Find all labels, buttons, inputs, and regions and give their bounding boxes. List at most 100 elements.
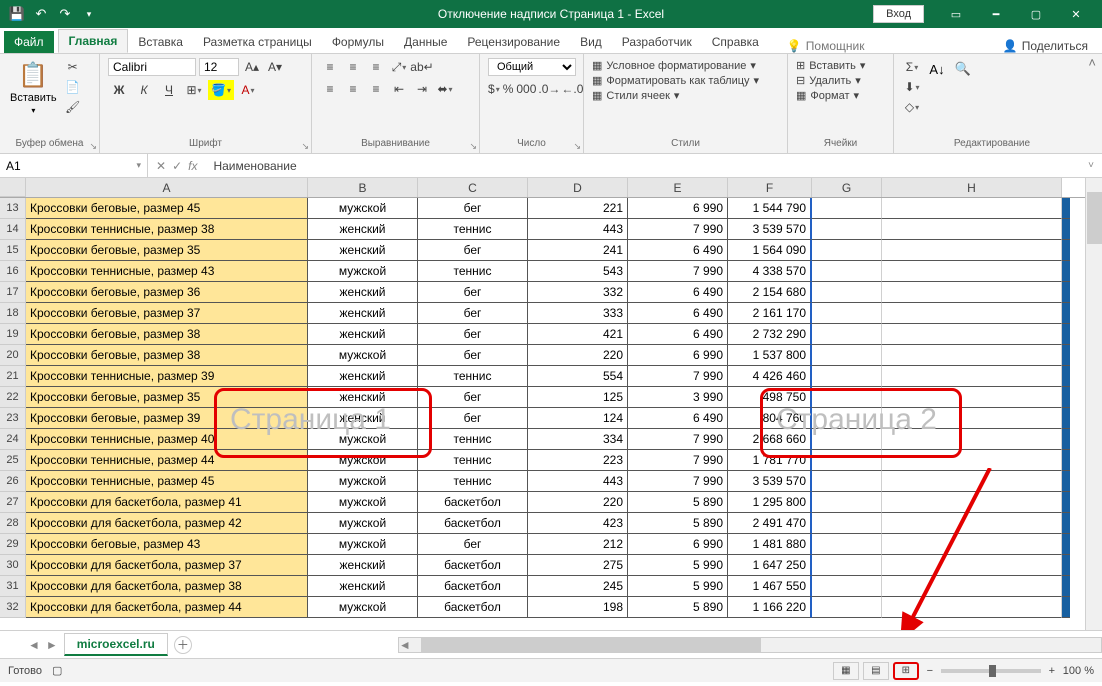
cell[interactable] <box>1062 303 1070 324</box>
row-header[interactable]: 20 <box>0 345 26 366</box>
cell[interactable] <box>812 555 882 576</box>
percent-icon[interactable]: % <box>503 80 514 98</box>
cell[interactable]: женский <box>308 324 418 345</box>
cell[interactable]: 2 161 170 <box>728 303 812 324</box>
find-select-button[interactable]: 🔍 <box>952 58 974 80</box>
col-header-b[interactable]: B <box>308 178 418 197</box>
cell[interactable] <box>882 555 1062 576</box>
cell[interactable]: бег <box>418 534 528 555</box>
cell[interactable]: 223 <box>528 450 628 471</box>
cell[interactable] <box>882 576 1062 597</box>
cell[interactable]: женский <box>308 219 418 240</box>
row-header[interactable]: 14 <box>0 219 26 240</box>
cell[interactable]: 4 426 460 <box>728 366 812 387</box>
row-header[interactable]: 25 <box>0 450 26 471</box>
cell[interactable]: 7 990 <box>628 366 728 387</box>
clear-icon[interactable]: ◇ <box>902 98 922 116</box>
cell[interactable]: баскетбол <box>418 492 528 513</box>
expand-formula-icon[interactable]: ˅ <box>1080 160 1102 171</box>
cell[interactable] <box>1062 429 1070 450</box>
cell[interactable]: 221 <box>528 198 628 219</box>
paste-button[interactable]: 📋 Вставить ▾ <box>8 58 59 117</box>
formula-bar[interactable]: Наименование <box>205 159 1080 173</box>
col-header-a[interactable]: A <box>26 178 308 197</box>
conditional-formatting-button[interactable]: ▦Условное форматирование ▾ <box>592 58 779 73</box>
tab-data[interactable]: Данные <box>394 31 457 53</box>
cell[interactable]: 124 <box>528 408 628 429</box>
decrease-font-icon[interactable]: A▾ <box>265 58 285 76</box>
number-launcher-icon[interactable]: ↘ <box>573 141 581 152</box>
cell[interactable]: 1 537 800 <box>728 345 812 366</box>
cell[interactable] <box>1062 555 1070 576</box>
italic-button[interactable]: К <box>133 80 155 100</box>
row-header[interactable]: 24 <box>0 429 26 450</box>
tab-developer[interactable]: Разработчик <box>612 31 702 53</box>
cell[interactable]: 6 490 <box>628 324 728 345</box>
cell[interactable]: 1 166 220 <box>728 597 812 618</box>
cell[interactable] <box>882 492 1062 513</box>
cell[interactable] <box>812 282 882 303</box>
cell[interactable]: 220 <box>528 492 628 513</box>
name-box[interactable]: A1▾ <box>0 154 148 177</box>
cell[interactable]: Кроссовки беговые, размер 36 <box>26 282 308 303</box>
select-all-triangle[interactable] <box>0 178 26 197</box>
cell[interactable]: 220 <box>528 345 628 366</box>
cell[interactable]: Кроссовки беговые, размер 35 <box>26 240 308 261</box>
cell[interactable] <box>812 534 882 555</box>
underline-button[interactable]: Ч <box>158 80 180 100</box>
cell[interactable] <box>1062 387 1070 408</box>
cell[interactable] <box>882 282 1062 303</box>
format-painter-icon[interactable]: 🖌 <box>63 98 83 116</box>
row-header[interactable]: 18 <box>0 303 26 324</box>
cell[interactable]: Кроссовки теннисные, размер 45 <box>26 471 308 492</box>
tab-file[interactable]: Файл <box>4 31 54 53</box>
minimize-icon[interactable]: ━ <box>976 0 1016 28</box>
cell[interactable]: 275 <box>528 555 628 576</box>
cell[interactable]: теннис <box>418 261 528 282</box>
sheet-nav-next-icon[interactable]: ► <box>46 638 58 652</box>
accounting-icon[interactable]: $ <box>488 80 500 98</box>
cell[interactable]: Кроссовки беговые, размер 35 <box>26 387 308 408</box>
cell[interactable] <box>812 492 882 513</box>
bold-button[interactable]: Ж <box>108 80 130 100</box>
cell[interactable] <box>882 324 1062 345</box>
cell[interactable]: женский <box>308 240 418 261</box>
row-header[interactable]: 22 <box>0 387 26 408</box>
share-button[interactable]: 👤Поделиться <box>1003 39 1088 53</box>
cell[interactable]: 7 990 <box>628 429 728 450</box>
cell[interactable] <box>882 513 1062 534</box>
row-header[interactable]: 28 <box>0 513 26 534</box>
decrease-decimal-icon[interactable]: ←.0 <box>562 80 582 98</box>
cell[interactable]: 4 338 570 <box>728 261 812 282</box>
orientation-icon[interactable]: ⤢ <box>389 58 409 76</box>
cell[interactable]: 198 <box>528 597 628 618</box>
cell[interactable] <box>882 345 1062 366</box>
tab-formulas[interactable]: Формулы <box>322 31 394 53</box>
zoom-level[interactable]: 100 % <box>1063 665 1094 677</box>
cell[interactable] <box>812 303 882 324</box>
cell[interactable] <box>1062 198 1070 219</box>
insert-cells-button[interactable]: ⊞Вставить ▾ <box>796 58 885 73</box>
cell[interactable] <box>882 387 1062 408</box>
align-left-icon[interactable]: ≡ <box>320 80 340 98</box>
undo-icon[interactable]: ↶ <box>32 5 50 23</box>
tab-page-layout[interactable]: Разметка страницы <box>193 31 322 53</box>
cell[interactable]: 1 481 880 <box>728 534 812 555</box>
cell[interactable]: Кроссовки теннисные, размер 39 <box>26 366 308 387</box>
align-top-icon[interactable]: ≡ <box>320 58 340 76</box>
cell[interactable]: бег <box>418 324 528 345</box>
cell[interactable]: 1 564 090 <box>728 240 812 261</box>
row-header[interactable]: 29 <box>0 534 26 555</box>
cell[interactable]: мужской <box>308 513 418 534</box>
cell[interactable]: мужской <box>308 597 418 618</box>
cell[interactable]: 5 990 <box>628 576 728 597</box>
cell[interactable] <box>812 513 882 534</box>
cell[interactable]: 5 890 <box>628 597 728 618</box>
cell[interactable]: бег <box>418 408 528 429</box>
cell[interactable]: теннис <box>418 450 528 471</box>
tab-help[interactable]: Справка <box>702 31 769 53</box>
font-size-input[interactable] <box>199 58 239 76</box>
cell[interactable]: Кроссовки теннисные, размер 43 <box>26 261 308 282</box>
cell[interactable]: Кроссовки теннисные, размер 40 <box>26 429 308 450</box>
cell[interactable]: 7 990 <box>628 450 728 471</box>
